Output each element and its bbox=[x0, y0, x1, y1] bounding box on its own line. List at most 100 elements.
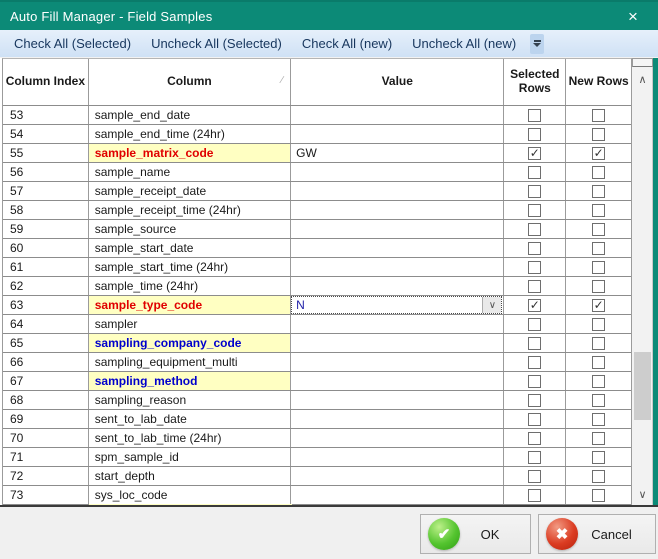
selected-rows-checkbox[interactable] bbox=[528, 184, 542, 198]
cell-value[interactable] bbox=[291, 372, 505, 390]
check-all-new-button[interactable]: Check All (new) bbox=[294, 33, 400, 54]
cell-value[interactable] bbox=[291, 429, 505, 447]
selected-rows-checkbox[interactable] bbox=[528, 260, 542, 274]
selected-rows-checkbox[interactable] bbox=[528, 450, 542, 464]
cell-value[interactable] bbox=[291, 391, 505, 409]
table-row: 62 sample_time (24hr) bbox=[3, 277, 631, 296]
new-rows-checkbox[interactable] bbox=[592, 450, 606, 464]
selected-rows-checkbox[interactable] bbox=[528, 488, 542, 502]
cell-value[interactable]: GW bbox=[291, 144, 505, 162]
uncheck-all-new-button[interactable]: Uncheck All (new) bbox=[404, 33, 524, 54]
vertical-scrollbar[interactable]: ∧ ∨ bbox=[632, 58, 653, 506]
cell-value[interactable] bbox=[291, 106, 505, 124]
cell-column-name: spm_sample_id bbox=[89, 448, 292, 466]
cell-value[interactable] bbox=[291, 486, 505, 504]
cancel-button[interactable]: ✖ Cancel bbox=[538, 514, 656, 554]
selected-rows-checkbox[interactable] bbox=[528, 203, 542, 217]
header-column-index[interactable]: Column Index bbox=[3, 59, 89, 105]
header-selected-rows[interactable]: Selected Rows bbox=[504, 59, 567, 105]
selected-rows-checkbox[interactable] bbox=[528, 374, 542, 388]
selected-rows-checkbox[interactable] bbox=[528, 127, 542, 141]
selected-rows-checkbox[interactable] bbox=[528, 317, 542, 331]
selected-rows-checkbox[interactable] bbox=[528, 393, 542, 407]
value-combobox[interactable]: N ∨ bbox=[291, 296, 503, 314]
cell-value[interactable] bbox=[291, 239, 505, 257]
check-all-selected-button[interactable]: Check All (Selected) bbox=[6, 33, 139, 54]
new-rows-checkbox[interactable] bbox=[592, 260, 606, 274]
cell-selected-rows bbox=[504, 258, 567, 276]
cell-value[interactable] bbox=[291, 258, 505, 276]
header-column[interactable]: Column ∕ bbox=[88, 59, 292, 105]
cell-value[interactable] bbox=[291, 467, 505, 485]
selected-rows-checkbox[interactable] bbox=[528, 241, 542, 255]
cell-new-rows bbox=[566, 372, 631, 390]
cell-column-name: start_depth bbox=[89, 467, 292, 485]
new-rows-checkbox[interactable] bbox=[592, 184, 606, 198]
new-rows-checkbox[interactable] bbox=[592, 241, 606, 255]
cell-column-index: 59 bbox=[3, 220, 89, 238]
new-rows-checkbox[interactable] bbox=[592, 203, 606, 217]
selected-rows-checkbox[interactable] bbox=[528, 412, 542, 426]
selected-rows-checkbox[interactable] bbox=[528, 279, 542, 293]
header-new-rows[interactable]: New Rows bbox=[566, 59, 631, 105]
cell-value[interactable] bbox=[291, 125, 505, 143]
selected-rows-checkbox[interactable] bbox=[528, 355, 542, 369]
cell-selected-rows bbox=[504, 106, 567, 124]
new-rows-checkbox[interactable]: ✓ bbox=[592, 146, 606, 160]
table-row: 71 spm_sample_id bbox=[3, 448, 631, 467]
new-rows-checkbox[interactable] bbox=[592, 431, 606, 445]
table-row: 58 sample_receipt_time (24hr) bbox=[3, 201, 631, 220]
toolbar-overflow-button[interactable] bbox=[530, 33, 545, 54]
new-rows-checkbox[interactable] bbox=[592, 374, 606, 388]
new-rows-checkbox[interactable] bbox=[592, 222, 606, 236]
cell-column-index: 56 bbox=[3, 163, 89, 181]
cell-value[interactable] bbox=[291, 410, 505, 428]
cell-value[interactable]: N ∨ bbox=[291, 296, 505, 314]
new-rows-checkbox[interactable] bbox=[592, 108, 606, 122]
selected-rows-checkbox[interactable]: ✓ bbox=[528, 146, 542, 160]
scrollbar-thumb[interactable] bbox=[634, 352, 651, 420]
new-rows-checkbox[interactable] bbox=[592, 393, 606, 407]
cell-column-index: 66 bbox=[3, 353, 89, 371]
selected-rows-checkbox[interactable] bbox=[528, 108, 542, 122]
chevron-down-icon[interactable]: ∨ bbox=[482, 297, 502, 313]
new-rows-checkbox[interactable] bbox=[592, 488, 606, 502]
uncheck-all-selected-button[interactable]: Uncheck All (Selected) bbox=[143, 33, 290, 54]
new-rows-checkbox[interactable] bbox=[592, 412, 606, 426]
close-button[interactable]: × bbox=[616, 2, 650, 32]
selected-rows-checkbox[interactable]: ✓ bbox=[528, 298, 542, 312]
cell-value[interactable] bbox=[291, 182, 505, 200]
cell-selected-rows: ✓ bbox=[504, 296, 567, 314]
new-rows-checkbox[interactable] bbox=[592, 336, 606, 350]
cell-column-name: sent_to_lab_time (24hr) bbox=[89, 429, 292, 447]
ok-button[interactable]: ✔ OK bbox=[420, 514, 531, 554]
cell-value[interactable] bbox=[291, 353, 505, 371]
selected-rows-checkbox[interactable] bbox=[528, 431, 542, 445]
new-rows-checkbox[interactable]: ✓ bbox=[592, 298, 606, 312]
scroll-up-button[interactable]: ∧ bbox=[632, 69, 653, 89]
new-rows-checkbox[interactable] bbox=[592, 355, 606, 369]
cell-value[interactable] bbox=[291, 277, 505, 295]
cell-value[interactable] bbox=[291, 201, 505, 219]
new-rows-checkbox[interactable] bbox=[592, 127, 606, 141]
scroll-down-button[interactable]: ∨ bbox=[632, 484, 653, 504]
cell-value[interactable] bbox=[291, 334, 505, 352]
cell-value[interactable] bbox=[291, 448, 505, 466]
header-value[interactable]: Value bbox=[291, 59, 505, 105]
cell-selected-rows bbox=[504, 410, 567, 428]
selected-rows-checkbox[interactable] bbox=[528, 222, 542, 236]
new-rows-checkbox[interactable] bbox=[592, 469, 606, 483]
cell-column-index: 54 bbox=[3, 125, 89, 143]
cell-value[interactable] bbox=[291, 220, 505, 238]
cell-new-rows: ✓ bbox=[566, 296, 631, 314]
selected-rows-checkbox[interactable] bbox=[528, 336, 542, 350]
table-row: 70 sent_to_lab_time (24hr) bbox=[3, 429, 631, 448]
new-rows-checkbox[interactable] bbox=[592, 165, 606, 179]
cell-value[interactable] bbox=[291, 163, 505, 181]
window-title: Auto Fill Manager - Field Samples bbox=[10, 8, 213, 24]
selected-rows-checkbox[interactable] bbox=[528, 469, 542, 483]
selected-rows-checkbox[interactable] bbox=[528, 165, 542, 179]
new-rows-checkbox[interactable] bbox=[592, 279, 606, 293]
cell-value[interactable] bbox=[291, 315, 505, 333]
new-rows-checkbox[interactable] bbox=[592, 317, 606, 331]
